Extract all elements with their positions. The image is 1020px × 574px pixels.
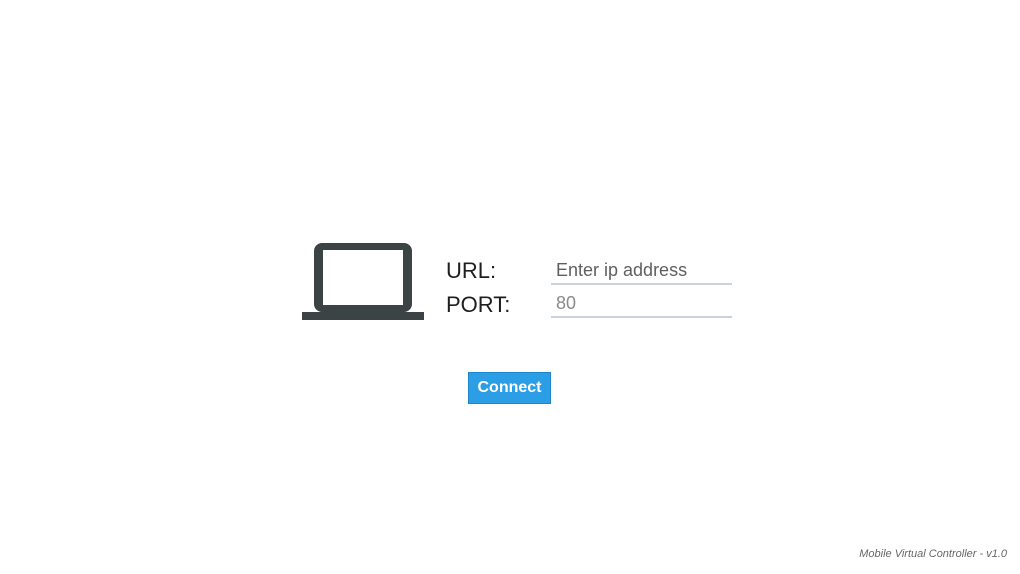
version-footer: Mobile Virtual Controller - v1.0 [859, 548, 1007, 560]
url-input[interactable] [551, 257, 732, 285]
url-label: URL: [446, 258, 497, 283]
port-label: PORT: [446, 292, 511, 317]
connect-button[interactable]: Connect [468, 372, 551, 404]
port-input[interactable] [551, 290, 732, 318]
laptop-icon [302, 243, 424, 320]
